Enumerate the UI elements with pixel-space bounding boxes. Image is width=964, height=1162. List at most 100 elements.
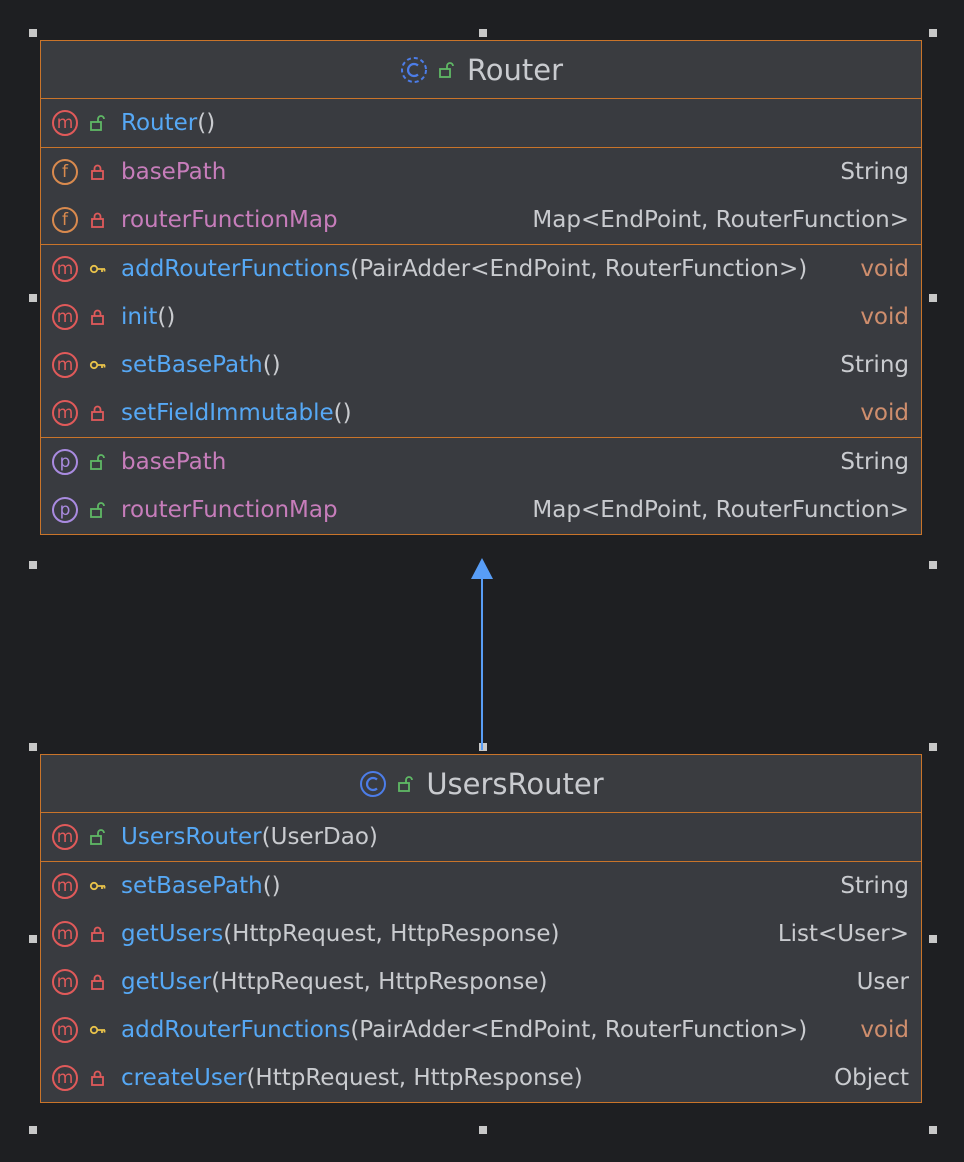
- member-name: routerFunctionMap: [121, 207, 338, 233]
- class-sections: m UsersRouter(UserDao) m setBasePath() Strin…: [41, 813, 921, 1102]
- resize-handle[interactable]: [929, 1126, 937, 1134]
- resize-handle[interactable]: [479, 29, 487, 37]
- member-signature: setBasePath(): [121, 352, 828, 378]
- member-signature: setBasePath(): [121, 873, 828, 899]
- member-type: void: [860, 400, 909, 426]
- member-section: m addRouterFunctions(PairAdder<EndPoint, …: [41, 245, 921, 438]
- resize-handle[interactable]: [929, 29, 937, 37]
- member-section: m Router(): [41, 99, 921, 148]
- member-name: getUsers: [121, 921, 224, 947]
- resize-handle[interactable]: [479, 1126, 487, 1134]
- public-lock-icon: [439, 61, 454, 78]
- resize-handle[interactable]: [29, 561, 37, 569]
- member-signature: UsersRouter(UserDao): [121, 824, 897, 850]
- member-type: Map<EndPoint, RouterFunction>: [532, 497, 909, 523]
- member-type: String: [840, 352, 909, 378]
- member-type: void: [860, 1017, 909, 1043]
- member-name: UsersRouter: [121, 824, 262, 850]
- member-name: init: [121, 304, 158, 330]
- class-name: UsersRouter: [426, 766, 604, 801]
- member-signature: Router(): [121, 110, 897, 136]
- member-signature: getUsers(HttpRequest, HttpResponse): [121, 921, 766, 947]
- class-header[interactable]: Router: [41, 41, 921, 99]
- method-row[interactable]: m setBasePath() String: [41, 341, 921, 389]
- member-signature: setFieldImmutable(): [121, 400, 848, 426]
- member-params: (PairAdder<EndPoint, RouterFunction>): [350, 1017, 808, 1043]
- member-name: basePath: [121, 449, 227, 475]
- member-signature: addRouterFunctions(PairAdder<EndPoint, R…: [121, 256, 848, 282]
- field-row[interactable]: f routerFunctionMap Map<EndPoint, RouterFu…: [41, 196, 921, 244]
- member-params: (): [197, 110, 216, 136]
- resize-handle[interactable]: [479, 743, 487, 751]
- member-name: createUser: [121, 1065, 247, 1091]
- class-header[interactable]: UsersRouter: [41, 755, 921, 813]
- method-icon: m: [52, 921, 78, 947]
- member-params: (): [157, 304, 176, 330]
- resize-handle[interactable]: [929, 561, 937, 569]
- method-icon: m: [52, 824, 78, 850]
- class-name: Router: [466, 52, 564, 87]
- method-row[interactable]: m getUser(HttpRequest, HttpResponse) User: [41, 958, 921, 1006]
- member-signature: getUser(HttpRequest, HttpResponse): [121, 969, 845, 995]
- private-lock-icon: [91, 1070, 104, 1086]
- resize-handle[interactable]: [29, 743, 37, 751]
- member-type: Object: [834, 1065, 909, 1091]
- resize-handle[interactable]: [929, 294, 937, 302]
- class-sections: m Router() f basePath String f routerFunctionM…: [41, 99, 921, 534]
- private-lock-icon: [91, 974, 104, 990]
- member-name: setBasePath: [121, 352, 263, 378]
- member-name: setBasePath: [121, 873, 263, 899]
- public-lock-icon: [398, 775, 414, 792]
- method-icon: m: [52, 1017, 78, 1043]
- method-icon: m: [52, 304, 78, 330]
- class-box-users-router[interactable]: UsersRouter m UsersRouter(UserDao) m setBas…: [40, 754, 922, 1103]
- method-row[interactable]: m createUser(HttpRequest, HttpResponse) Ob…: [41, 1054, 921, 1102]
- member-name: Router: [121, 110, 198, 136]
- method-row[interactable]: m Router(): [41, 99, 921, 147]
- field-icon: f: [52, 207, 78, 233]
- private-lock-icon: [91, 164, 104, 180]
- member-name: basePath: [121, 159, 227, 185]
- private-lock-icon: [91, 405, 104, 421]
- public-lock-icon: [90, 502, 105, 518]
- member-type: String: [840, 449, 909, 475]
- member-type: void: [860, 304, 909, 330]
- member-type: void: [860, 256, 909, 282]
- method-row[interactable]: m addRouterFunctions(PairAdder<EndPoint, …: [41, 1006, 921, 1054]
- property-row[interactable]: p basePath String: [41, 438, 921, 486]
- method-row[interactable]: m init() void: [41, 293, 921, 341]
- protected-key-icon: [89, 881, 106, 891]
- resize-handle[interactable]: [29, 1126, 37, 1134]
- member-name: setFieldImmutable: [121, 400, 334, 426]
- method-row[interactable]: m setBasePath() String: [41, 862, 921, 910]
- member-params: (PairAdder<EndPoint, RouterFunction>): [350, 256, 808, 282]
- method-row[interactable]: m setFieldImmutable() void: [41, 389, 921, 437]
- resize-handle[interactable]: [929, 935, 937, 943]
- private-lock-icon: [91, 926, 104, 942]
- resize-handle[interactable]: [29, 935, 37, 943]
- protected-key-icon: [89, 360, 106, 370]
- member-type: String: [840, 159, 909, 185]
- diagram-canvas: Router m Router() f basePath String f routerFu…: [0, 0, 964, 1162]
- property-icon: p: [52, 497, 78, 523]
- method-row[interactable]: m addRouterFunctions(PairAdder<EndPoint, …: [41, 245, 921, 293]
- resize-handle[interactable]: [29, 29, 37, 37]
- member-signature: routerFunctionMap: [121, 207, 520, 233]
- member-name: addRouterFunctions: [121, 256, 351, 282]
- method-icon: m: [52, 969, 78, 995]
- class-box-router[interactable]: Router m Router() f basePath String f routerFu…: [40, 40, 922, 535]
- resize-handle[interactable]: [29, 294, 37, 302]
- member-params: (HttpRequest, HttpResponse): [246, 1065, 583, 1091]
- member-params: (): [262, 873, 281, 899]
- member-signature: addRouterFunctions(PairAdder<EndPoint, R…: [121, 1017, 848, 1043]
- property-row[interactable]: p routerFunctionMap Map<EndPoint, RouterFu…: [41, 486, 921, 534]
- method-row[interactable]: m UsersRouter(UserDao): [41, 813, 921, 861]
- resize-handle[interactable]: [929, 743, 937, 751]
- member-name: routerFunctionMap: [121, 497, 338, 523]
- method-row[interactable]: m getUsers(HttpRequest, HttpResponse) List…: [41, 910, 921, 958]
- member-section: m setBasePath() String m getUsers(HttpReques…: [41, 862, 921, 1102]
- property-icon: p: [52, 449, 78, 475]
- field-row[interactable]: f basePath String: [41, 148, 921, 196]
- member-type: Map<EndPoint, RouterFunction>: [532, 207, 909, 233]
- private-lock-icon: [91, 212, 104, 228]
